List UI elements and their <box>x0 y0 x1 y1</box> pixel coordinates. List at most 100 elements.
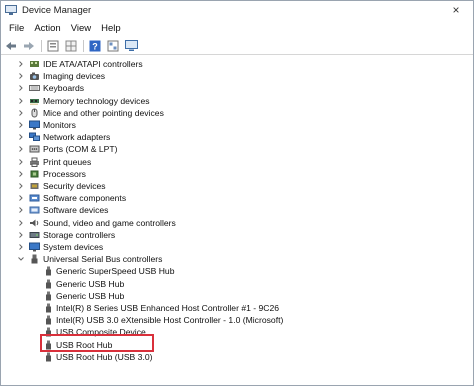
usb-device-row[interactable]: USB Root Hub (USB 3.0) <box>1 351 473 363</box>
menu-action[interactable]: Action <box>29 21 65 37</box>
chevron-right-icon[interactable] <box>17 219 25 227</box>
memory-icon <box>29 96 40 106</box>
sound-icon <box>29 218 40 228</box>
title-bar: Device Manager × <box>1 1 473 21</box>
usb-plug-icon <box>43 352 54 362</box>
forward-button[interactable] <box>22 39 36 53</box>
chevron-right-icon[interactable] <box>17 133 25 141</box>
chevron-right-icon[interactable] <box>17 84 25 92</box>
toolbar: ? <box>1 37 473 55</box>
usb-device-row[interactable]: Intel(R) 8 Series USB Enhanced Host Cont… <box>1 302 473 314</box>
grid-icon <box>65 40 77 51</box>
menu-bar: File Action View Help <box>1 21 473 37</box>
tree-category-row[interactable]: Security devices <box>1 180 473 192</box>
chevron-right-icon[interactable] <box>17 170 25 178</box>
chevron-right-icon[interactable] <box>17 194 25 202</box>
storage-icon <box>29 230 40 240</box>
tree-category-label: Sound, video and game controllers <box>43 217 176 228</box>
software-device-icon <box>29 205 40 215</box>
device-manager-window: Device Manager × File Action View Help ? <box>0 0 474 386</box>
chevron-right-icon[interactable] <box>17 243 25 251</box>
software-component-icon <box>29 193 40 203</box>
back-button[interactable] <box>4 39 18 53</box>
tree-category-row[interactable]: IDE ATA/ATAPI controllers <box>1 58 473 70</box>
tree-category-label: Storage controllers <box>43 229 116 240</box>
close-button[interactable]: × <box>449 3 463 17</box>
port-icon <box>29 144 40 154</box>
printer-icon <box>29 157 40 167</box>
chevron-right-icon[interactable] <box>17 145 25 153</box>
usb-plug-icon <box>43 303 54 313</box>
chevron-right-icon[interactable] <box>17 109 25 117</box>
tree-category-label: Memory technology devices <box>43 95 150 106</box>
network-icon <box>29 132 40 142</box>
usb-plug-icon <box>43 315 54 325</box>
properties-button[interactable] <box>46 39 60 53</box>
properties-icon <box>47 40 59 51</box>
usb-device-row[interactable]: Intel(R) USB 3.0 eXtensible Host Control… <box>1 314 473 326</box>
tree-category-row[interactable]: Universal Serial Bus controllers <box>1 253 473 265</box>
tree-category-row[interactable]: Network adapters <box>1 131 473 143</box>
tree-category-row[interactable]: Storage controllers <box>1 229 473 241</box>
tree-category-row[interactable]: Sound, video and game controllers <box>1 217 473 229</box>
tree-category-row[interactable]: Software components <box>1 192 473 204</box>
usb-device-label: Generic SuperSpeed USB Hub <box>56 266 175 277</box>
tree-category-label: Software components <box>43 193 127 204</box>
chevron-right-icon[interactable] <box>17 121 25 129</box>
security-icon <box>29 181 40 191</box>
menu-view[interactable]: View <box>66 21 96 37</box>
chevron-right-icon[interactable] <box>17 231 25 239</box>
tree-category-row[interactable]: Ports (COM & LPT) <box>1 143 473 155</box>
chevron-right-icon[interactable] <box>17 97 25 105</box>
menu-help[interactable]: Help <box>96 21 126 37</box>
forward-arrow-icon <box>24 41 34 50</box>
chevron-right-icon[interactable] <box>17 158 25 166</box>
scan-hardware-button[interactable] <box>124 39 138 53</box>
tree-category-row[interactable]: Monitors <box>1 119 473 131</box>
monitor-icon <box>29 120 40 130</box>
toolbar-separator <box>41 39 42 52</box>
tree-category-row[interactable]: System devices <box>1 241 473 253</box>
help-icon: ? <box>89 40 101 51</box>
usb-device-row[interactable]: Generic SuperSpeed USB Hub <box>1 265 473 277</box>
usb-device-label: Generic USB Hub <box>56 278 125 289</box>
system-icon <box>29 242 40 252</box>
usb-plug-icon <box>43 279 54 289</box>
tree-category-row[interactable]: Processors <box>1 168 473 180</box>
view-icon <box>107 40 119 51</box>
tree-category-label: Universal Serial Bus controllers <box>43 254 163 265</box>
tree-category-row[interactable]: Imaging devices <box>1 70 473 82</box>
usb-device-label: USB Root Hub (USB 3.0) <box>56 351 153 362</box>
usb-plug-icon <box>43 291 54 301</box>
keyboard-icon <box>29 83 40 93</box>
chevron-right-icon[interactable] <box>17 60 25 68</box>
menu-file[interactable]: File <box>4 21 29 37</box>
tree-category-label: System devices <box>43 242 104 252</box>
tree-category-row[interactable]: Memory technology devices <box>1 95 473 107</box>
tree-category-label: Imaging devices <box>43 71 106 82</box>
chevron-right-icon[interactable] <box>17 182 25 190</box>
tree-category-label: Print queues <box>43 156 92 167</box>
highlight-annotation-box <box>40 334 154 352</box>
chevron-right-icon[interactable] <box>17 206 25 214</box>
usb-device-label: Generic USB Hub <box>56 290 125 301</box>
tree-category-row[interactable]: Print queues <box>1 156 473 168</box>
view-button[interactable] <box>106 39 120 53</box>
help-button[interactable]: ? <box>88 39 102 53</box>
usb-device-row[interactable]: Generic USB Hub <box>1 278 473 290</box>
tree-category-row[interactable]: Keyboards <box>1 82 473 94</box>
tree-category-label: Security devices <box>43 181 106 191</box>
chevron-down-icon[interactable] <box>17 255 25 263</box>
tree-category-label: Monitors <box>43 120 76 130</box>
usb-plug-icon <box>43 266 54 276</box>
usb-device-row[interactable]: Generic USB Hub <box>1 290 473 302</box>
chevron-right-icon[interactable] <box>17 72 25 80</box>
tree-category-row[interactable]: Mice and other pointing devices <box>1 107 473 119</box>
show-hidden-button[interactable] <box>64 39 78 53</box>
tree-category-row[interactable]: Software devices <box>1 204 473 216</box>
window-title: Device Manager <box>22 5 92 16</box>
svg-text:?: ? <box>92 41 98 51</box>
processor-icon <box>29 169 40 179</box>
usb-device-label: Intel(R) 8 Series USB Enhanced Host Cont… <box>56 303 280 313</box>
device-manager-app-icon <box>5 5 17 15</box>
